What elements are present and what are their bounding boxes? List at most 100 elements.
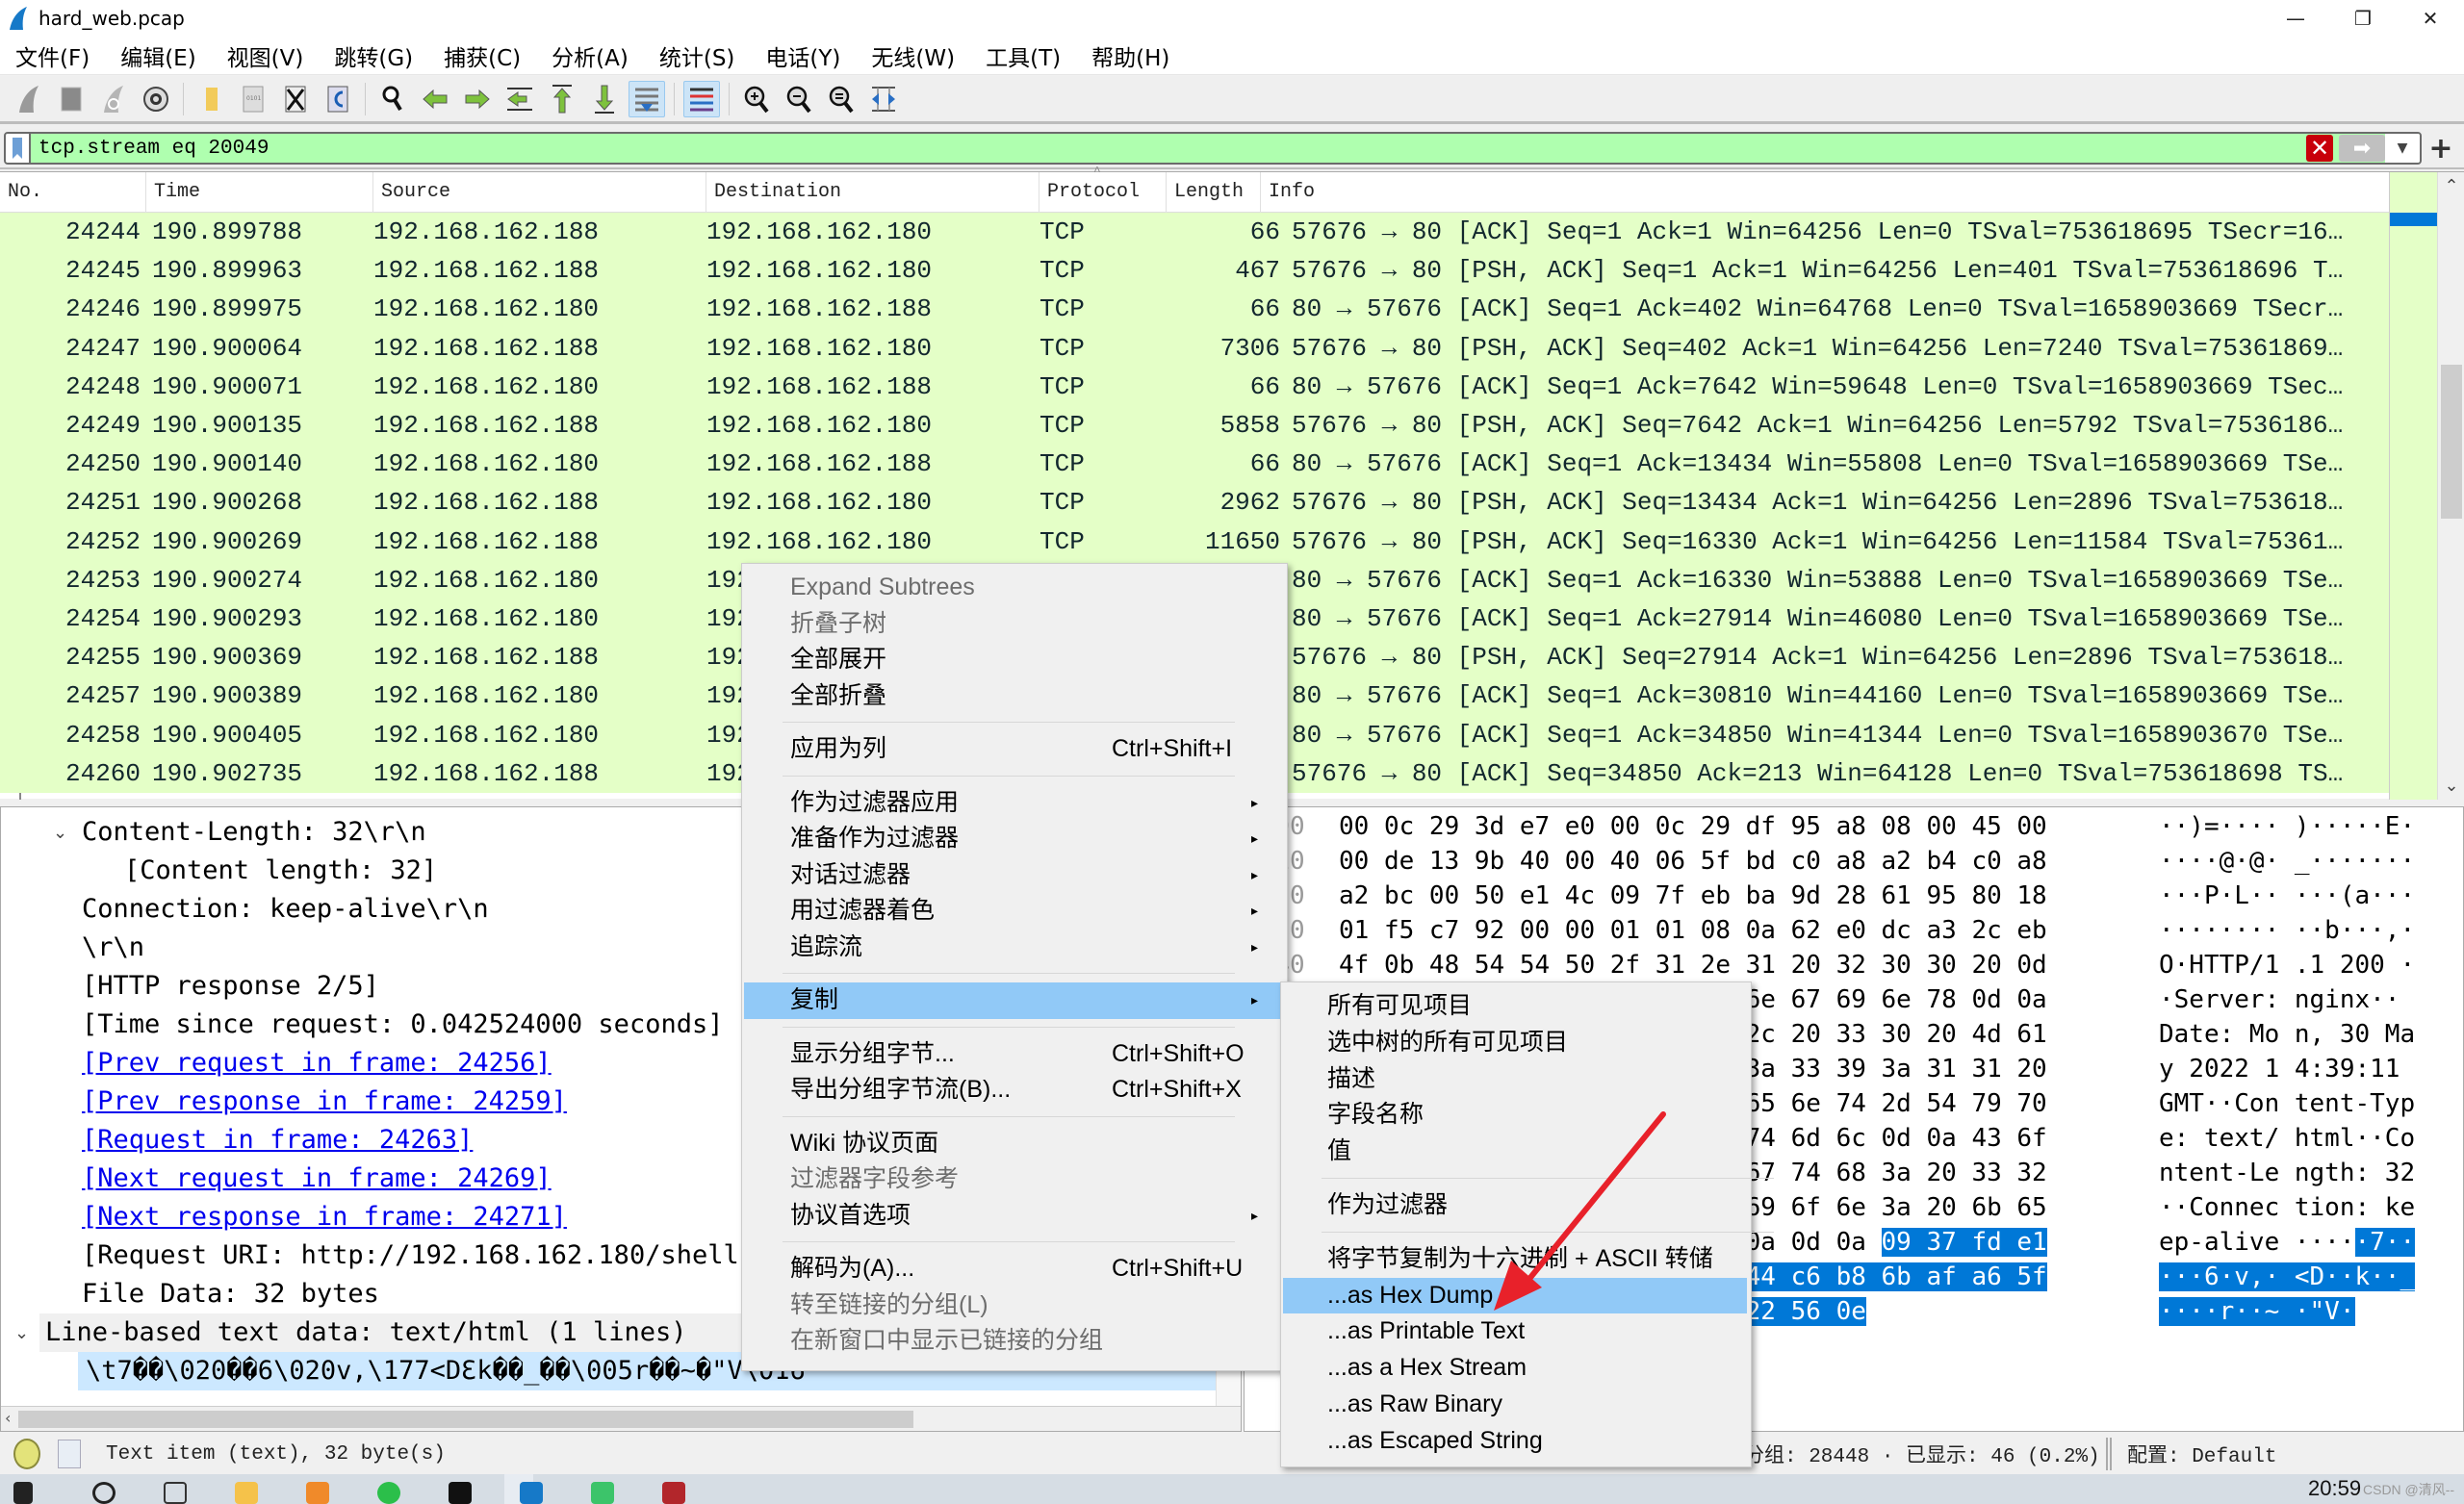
detail-item[interactable]: [Request URI: http://192.168.162.180/she…: [82, 1236, 739, 1275]
chat-app-icon[interactable]: [377, 1482, 400, 1504]
auto-scroll-button[interactable]: [629, 80, 665, 117]
reload-file-button[interactable]: [320, 81, 356, 117]
detail-link[interactable]: [Request in frame: 24263]: [82, 1121, 473, 1160]
menu-item[interactable]: 所有可见项目: [1283, 988, 1747, 1025]
apply-filter-button[interactable]: ➡: [2339, 135, 2385, 162]
expert-info-indicator-icon[interactable]: [13, 1439, 40, 1469]
start-capture-button[interactable]: [11, 81, 47, 117]
filter-history-dropdown[interactable]: ▼: [2385, 134, 2420, 163]
menu-item[interactable]: 选中树的所有可见项目: [1283, 1025, 1747, 1061]
hex-ascii[interactable]: GMT··Con tent-Typ: [2159, 1086, 2415, 1121]
browser-icon[interactable]: [306, 1482, 329, 1504]
zoom-normal-button[interactable]: [823, 81, 860, 117]
resize-columns-button[interactable]: [865, 81, 902, 117]
clock[interactable]: 20:59: [2308, 1476, 2361, 1501]
menu-item[interactable]: 全部展开: [744, 642, 1283, 678]
hex-ascii[interactable]: O·HTTP/1 .1 200 ·: [2159, 948, 2415, 982]
column-header-protocol[interactable]: Protocol ^: [1040, 165, 1167, 213]
packet-row[interactable]: 24248 190.900071 192.168.162.180 192.168.16…: [0, 367, 2389, 406]
profile-selector[interactable]: 配置: Default: [2127, 1440, 2276, 1468]
hex-ascii[interactable]: ·Server: nginx··: [2159, 982, 2400, 1017]
packet-list-minimap[interactable]: [2389, 172, 2438, 800]
hex-bytes-group[interactable]: e: text/ html··Co: [2159, 1124, 2415, 1153]
restore-button[interactable]: ❐: [2329, 0, 2397, 37]
hex-bytes-group[interactable]: 6e 2c 20 33 30 20 4d 61: [1701, 1020, 2047, 1049]
packet-row[interactable]: 24245 190.899963 192.168.162.188 192.168.16…: [0, 251, 2389, 291]
hex-bytes[interactable]: 4f 0b 48 54 54 50 2f 31 2e 31 20 32 30 3…: [1339, 948, 2047, 982]
hex-bytes-group[interactable]: 34 3a 33 39 3a 31 31 20: [1701, 1055, 2047, 1083]
detail-item[interactable]: [Time since request: 0.042524000 seconds…: [82, 1006, 723, 1044]
packet-row[interactable]: 24247 190.900064 192.168.162.188 192.168.16…: [0, 328, 2389, 368]
scroll-down-icon[interactable]: ⌄: [2438, 776, 2464, 796]
menu-item[interactable]: 作为过滤器应用 ▸: [744, 785, 1283, 822]
hex-bytes-group[interactable]: eb ba 9d 28 61 95 80 18: [1701, 881, 2047, 910]
go-to-packet-button[interactable]: [501, 81, 538, 117]
hex-bytes-group[interactable]: 00 0c 29 3d e7 e0 00 0c: [1339, 812, 1685, 841]
expand-toggle-icon[interactable]: ⌄: [14, 1323, 29, 1343]
hex-bytes-selected[interactable]: 09 37 fd e1: [1881, 1228, 2047, 1257]
colorize-button[interactable]: [683, 80, 720, 117]
find-packet-button[interactable]: [374, 81, 411, 117]
hex-bytes-selected[interactable]: ·7··: [2354, 1228, 2416, 1257]
display-filter-input[interactable]: [31, 137, 2306, 160]
scrollbar-thumb[interactable]: [18, 1411, 913, 1428]
detail-link[interactable]: [Prev response in frame: 24259]: [82, 1083, 567, 1121]
menu-item[interactable]: Wiki 协议页面: [744, 1126, 1283, 1162]
expand-toggle-icon[interactable]: ⌄: [53, 823, 67, 843]
menu-item[interactable]: 追踪流 ▸: [744, 930, 1283, 966]
hex-bytes-group[interactable]: ···P·L·· ···(a···: [2159, 881, 2415, 910]
column-header-destination[interactable]: Destination: [706, 171, 1040, 213]
hex-bytes-group[interactable]: 29 df 95 a8 08 00 45 00: [1701, 812, 2047, 841]
menu-item[interactable]: ...as Hex Dump: [1283, 1277, 1747, 1314]
hex-bytes-group[interactable]: Date: Mo n, 30 Ma: [2159, 1020, 2415, 1049]
scroll-left-icon[interactable]: ‹: [5, 1409, 11, 1427]
go-forward-button[interactable]: [459, 81, 496, 117]
task-view-icon[interactable]: [164, 1482, 187, 1504]
menu-item[interactable]: 用过滤器着色 ▸: [744, 893, 1283, 930]
hex-ascii[interactable]: ···P·L·· ···(a···: [2159, 879, 2415, 913]
clear-filter-button[interactable]: ✕: [2306, 135, 2333, 162]
menu-edit[interactable]: 编辑(E): [120, 39, 195, 72]
hex-bytes-group[interactable]: 74 65 6e 74 2d 54 79 70: [1701, 1089, 2047, 1118]
scrollbar-thumb[interactable]: [2441, 365, 2462, 519]
hex-bytes-group[interactable]: 5f bd c0 a8 a2 b4 c0 a8: [1701, 847, 2047, 876]
go-first-button[interactable]: [544, 81, 580, 117]
close-file-button[interactable]: [277, 81, 314, 117]
hex-ascii[interactable]: ntent-Le ngth: 32: [2159, 1156, 2415, 1190]
menu-wireless[interactable]: 无线(W): [871, 39, 955, 72]
column-header-info[interactable]: Info: [1261, 171, 2464, 213]
details-horizontal-scrollbar[interactable]: ‹: [1, 1406, 1241, 1431]
hex-bytes-group[interactable]: 74 69 6f 6e 3a 20 6b 65: [1701, 1193, 2047, 1222]
close-button[interactable]: ✕: [2397, 0, 2464, 37]
zoom-in-button[interactable]: [738, 81, 775, 117]
tool-app-icon[interactable]: [662, 1482, 685, 1504]
restart-capture-button[interactable]: [95, 81, 132, 117]
app-icon[interactable]: [449, 1482, 472, 1504]
hex-bytes-selected[interactable]: ···6·v,· <D··k··_: [2159, 1262, 2416, 1291]
hex-bytes-group[interactable]: ··)=···· )·····E·: [2159, 812, 2415, 841]
menu-telephony[interactable]: 电话(Y): [765, 39, 840, 72]
hex-bytes-group[interactable]: 4f 0b 48 54 54 50 2f 31: [1339, 951, 1685, 980]
hex-bytes[interactable]: 00 de 13 9b 40 00 40 06 5f bd c0 a8 a2 b…: [1339, 844, 2047, 879]
start-menu-icon[interactable]: [13, 1482, 33, 1504]
hex-ascii[interactable]: ··)=···· )·····E·: [2159, 809, 2415, 844]
column-header-no[interactable]: No.: [0, 171, 146, 213]
hex-bytes-group[interactable]: ········ ··b···,·: [2159, 916, 2415, 945]
menu-help[interactable]: 帮助(H): [1091, 39, 1169, 72]
hex-ascii[interactable]: e: text/ html··Co: [2159, 1121, 2415, 1156]
filter-bookmark-button[interactable]: [6, 134, 31, 163]
packet-row[interactable]: 24244 190.899788 192.168.162.188 192.168.16…: [0, 213, 2389, 252]
menu-item[interactable]: 值: [1283, 1134, 1747, 1170]
packet-row[interactable]: 24250 190.900140 192.168.162.180 192.168.16…: [0, 445, 2389, 484]
hex-bytes-group[interactable]: ····@·@· _·······: [2159, 847, 2415, 876]
detail-item[interactable]: Connection: keep-alive\r\n: [82, 890, 489, 929]
column-header-source[interactable]: Source: [373, 171, 706, 213]
wireshark-taskbar-icon[interactable]: [520, 1482, 543, 1504]
hex-ascii[interactable]: y 2022 1 4:39:11: [2159, 1052, 2400, 1086]
minimize-button[interactable]: —: [2262, 0, 2329, 37]
capture-options-button[interactable]: [138, 81, 174, 117]
packet-row[interactable]: 24252 190.900269 192.168.162.188 192.168.16…: [0, 522, 2389, 561]
search-icon[interactable]: [92, 1482, 116, 1504]
detail-link[interactable]: [Prev request in frame: 24256]: [82, 1044, 552, 1083]
capture-comment-icon[interactable]: [58, 1440, 81, 1468]
